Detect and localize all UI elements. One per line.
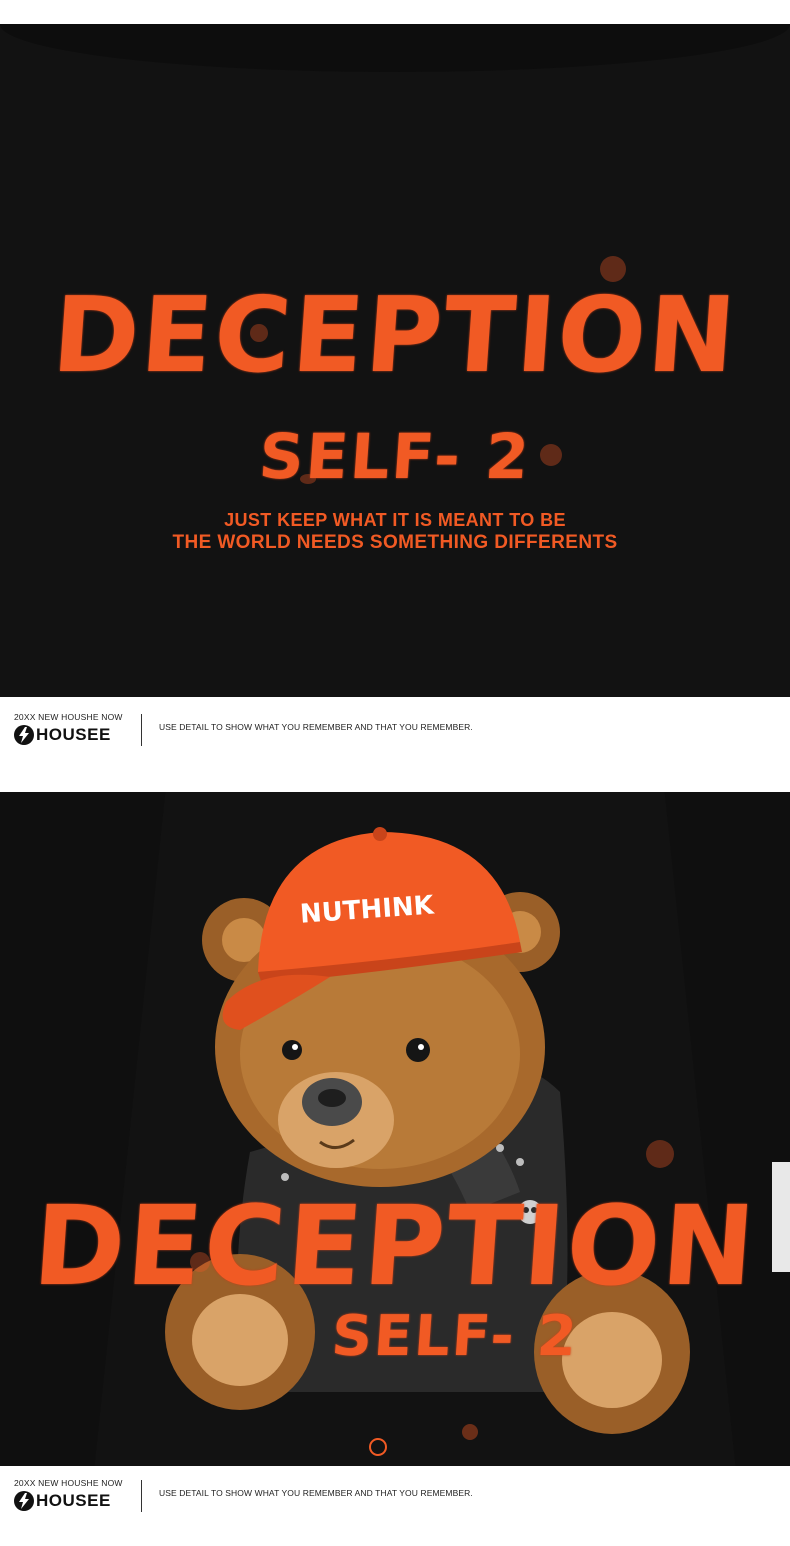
brand-info-band: 20XX NEW HOUSHE NOW HOUSEE USE DETAIL TO… xyxy=(0,1466,790,1526)
shirt-print-panel-bottom: NUTHINK DECEPTION SELF- 2 xyxy=(0,792,790,1466)
brand-season-text: 20XX NEW HOUSHE NOW xyxy=(14,712,123,722)
lightning-bolt-icon xyxy=(14,725,34,745)
brand-tagline: USE DETAIL TO SHOW WHAT YOU REMEMBER AND… xyxy=(159,722,473,732)
print-slogan-line-2: THE WORLD NEEDS SOMETHING DIFFERENTS xyxy=(172,532,618,553)
brand-info-band: 20XX NEW HOUSHE NOW HOUSEE USE DETAIL TO… xyxy=(0,700,790,760)
brand-name: HOUSEE xyxy=(36,725,111,744)
brand-name: HOUSEE xyxy=(36,1491,111,1510)
brand-logo: HOUSEE xyxy=(14,724,111,746)
print-title: DECEPTION xyxy=(48,274,742,396)
brand-season-text: 20XX NEW HOUSHE NOW xyxy=(14,1478,123,1488)
print-subtitle: SELF- 2 xyxy=(256,420,534,493)
hexagon-emblem-icon xyxy=(369,1438,387,1456)
print-slogan-line-1: JUST KEEP WHAT IT IS MEANT TO BE xyxy=(224,510,566,530)
brand-tagline: USE DETAIL TO SHOW WHAT YOU REMEMBER AND… xyxy=(159,1488,473,1498)
print-subtitle: SELF- 2 xyxy=(329,1304,581,1369)
divider xyxy=(141,714,142,746)
brand-logo: HOUSEE xyxy=(14,1490,111,1512)
shirt-collar xyxy=(0,24,790,72)
lightning-bolt-icon xyxy=(14,1491,34,1511)
print-title: DECEPTION xyxy=(29,1182,761,1310)
divider xyxy=(141,1480,142,1512)
shirt-print-panel-top: DECEPTION SELF- 2 JUST KEEP WHAT IT IS M… xyxy=(0,24,790,697)
